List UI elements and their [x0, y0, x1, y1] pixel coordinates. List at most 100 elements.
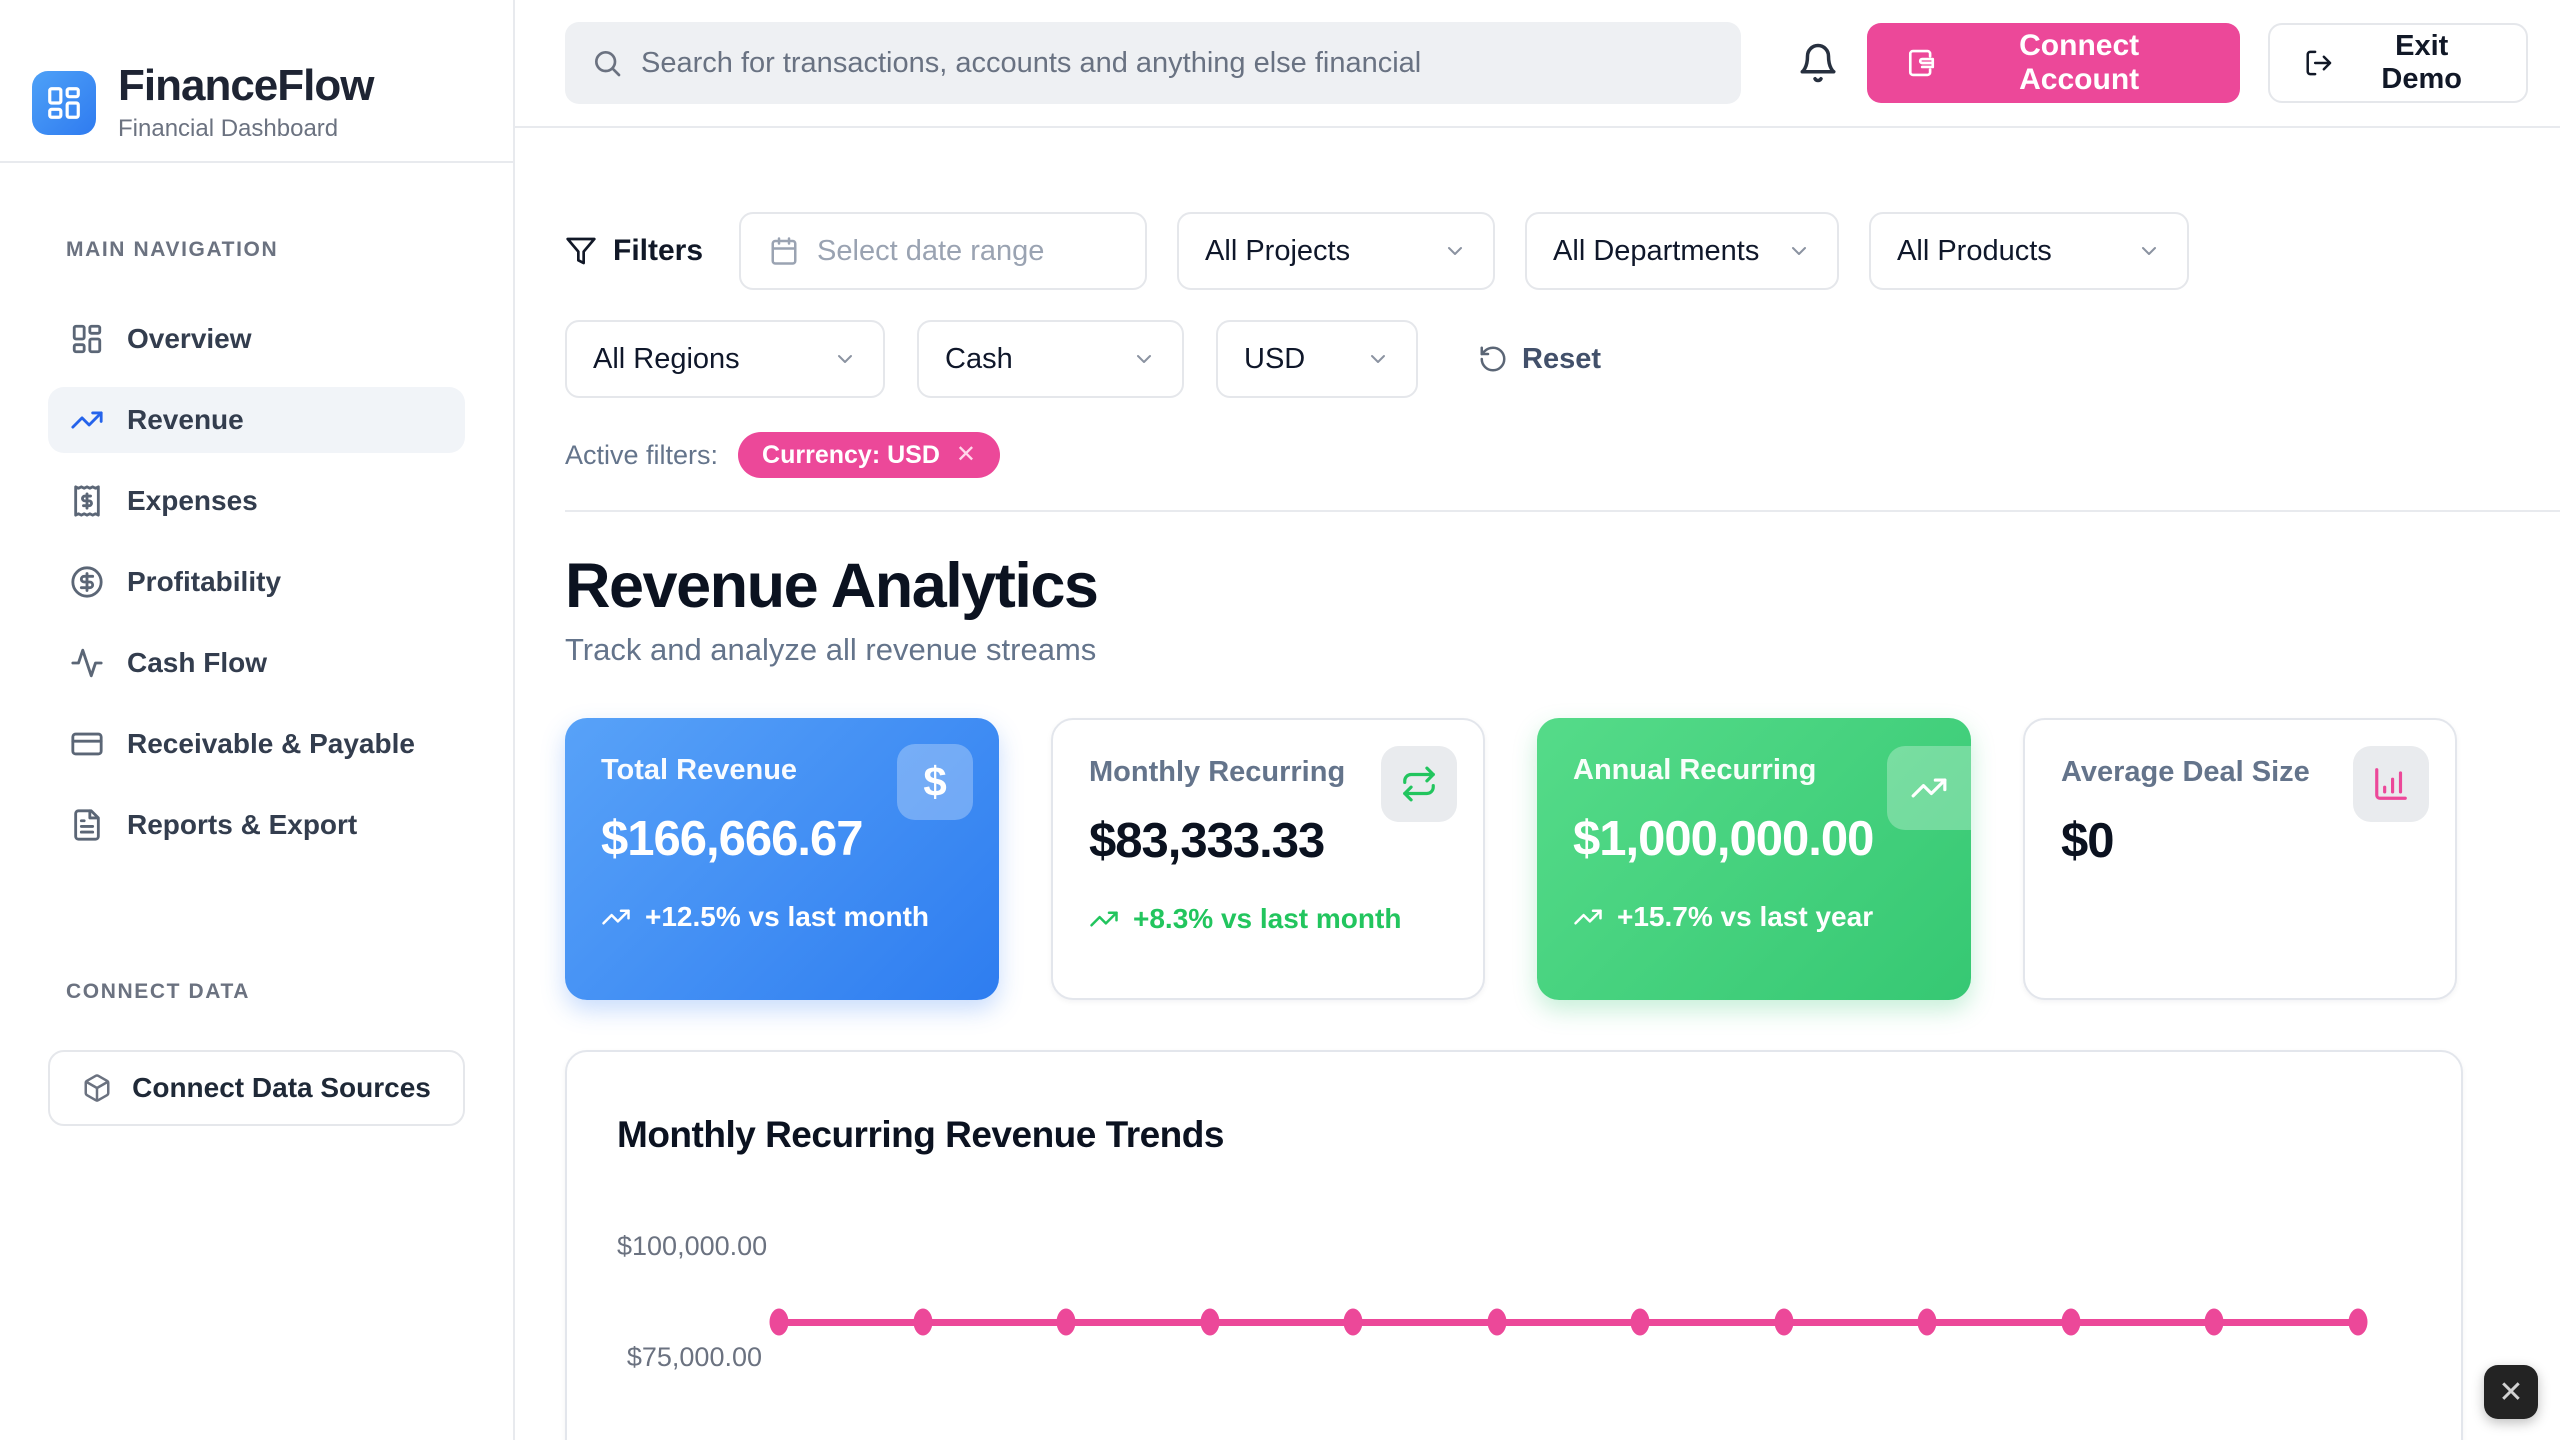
brand-text: FinanceFlow Financial Dashboard	[118, 62, 373, 142]
chevron-down-icon	[2137, 239, 2161, 263]
calendar-icon	[769, 236, 799, 266]
chevron-down-icon	[1443, 239, 1467, 263]
nav-section-label: MAIN NAVIGATION	[66, 238, 513, 262]
currency-select-value: USD	[1244, 343, 1305, 376]
receipt-icon	[70, 484, 104, 518]
top-bar: Connect Account Exit Demo	[515, 0, 2560, 128]
metric-card-monthly-recurring: Monthly Recurring $83,333.33 +8.3% vs la…	[1051, 718, 1485, 1000]
chart-point	[2061, 1309, 2080, 1336]
y-axis-tick: $75,000.00	[617, 1342, 762, 1373]
metric-value: $1,000,000.00	[1573, 811, 1935, 867]
active-filter-chip-currency[interactable]: Currency: USD ✕	[738, 432, 1000, 478]
chart-point	[2349, 1309, 2368, 1336]
metric-change-text: +12.5% vs last month	[645, 901, 929, 933]
departments-select[interactable]: All Departments	[1525, 212, 1839, 290]
connect-account-label: Connect Account	[1957, 29, 2202, 97]
active-filters-row: Active filters: Currency: USD ✕	[565, 432, 2528, 478]
chart-card: Monthly Recurring Revenue Trends $100,00…	[565, 1050, 2463, 1440]
brand-subtitle: Financial Dashboard	[118, 115, 373, 143]
bar-chart-icon	[2372, 765, 2410, 803]
chevron-down-icon	[833, 347, 857, 371]
filter-icon	[565, 235, 597, 267]
notifications-button[interactable]	[1797, 42, 1839, 84]
activity-icon	[70, 646, 104, 680]
chevron-down-icon	[1787, 239, 1811, 263]
metric-badge	[1887, 746, 1971, 830]
sidebar-item-receivable-payable[interactable]: Receivable & Payable	[48, 711, 465, 777]
connect-data-sources-button[interactable]: Connect Data Sources	[48, 1050, 465, 1126]
filters-label: Filters	[613, 234, 703, 268]
reset-filters-button[interactable]: Reset	[1478, 343, 1601, 376]
brand-block: FinanceFlow Financial Dashboard	[0, 0, 513, 163]
content: Filters All Projects All Departments All…	[515, 128, 2560, 1440]
departments-select-value: All Departments	[1553, 235, 1759, 268]
sidebar-item-label: Receivable & Payable	[127, 728, 415, 760]
exit-demo-button[interactable]: Exit Demo	[2268, 23, 2528, 103]
circle-dollar-icon	[70, 565, 104, 599]
metric-change: +12.5% vs last month	[601, 901, 931, 933]
search-input[interactable]	[641, 47, 1715, 80]
search-icon	[591, 47, 623, 79]
chart-point	[2205, 1309, 2224, 1336]
close-icon: ✕	[2498, 1375, 2523, 1410]
chip-close-icon[interactable]: ✕	[956, 443, 976, 467]
overlay-close-button[interactable]: ✕	[2484, 1365, 2538, 1419]
app-root: FinanceFlow Financial Dashboard MAIN NAV…	[0, 0, 2560, 1440]
sidebar-item-overview[interactable]: Overview	[48, 306, 465, 372]
sidebar-item-cash-flow[interactable]: Cash Flow	[48, 630, 465, 696]
chart-point	[1487, 1309, 1506, 1336]
chart-point	[1918, 1309, 1937, 1336]
account-type-select-value: Cash	[945, 343, 1013, 376]
chart-point	[1631, 1309, 1650, 1336]
date-range-field[interactable]	[739, 212, 1147, 290]
dollar-icon: $	[923, 758, 946, 806]
trending-up-icon	[601, 902, 631, 932]
filters-title: Filters	[565, 234, 703, 268]
sidebar-item-reports-export[interactable]: Reports & Export	[48, 792, 465, 858]
connect-account-button[interactable]: Connect Account	[1867, 23, 2240, 103]
date-range-input[interactable]	[817, 235, 1117, 268]
connect-data-sources-label: Connect Data Sources	[132, 1072, 431, 1104]
filters-row-1: Filters All Projects All Departments All…	[565, 212, 2528, 290]
trending-up-icon	[1089, 904, 1119, 934]
reset-filters-label: Reset	[1522, 343, 1601, 376]
projects-select[interactable]: All Projects	[1177, 212, 1495, 290]
wallet-icon	[1905, 47, 1937, 79]
chart-point	[913, 1309, 932, 1336]
brand-name: FinanceFlow	[118, 62, 373, 110]
chart-line-stroke	[779, 1319, 2358, 1326]
metric-label: Annual Recurring	[1573, 754, 1935, 787]
chevron-down-icon	[1132, 347, 1156, 371]
regions-select[interactable]: All Regions	[565, 320, 885, 398]
trending-up-icon	[1910, 769, 1948, 807]
main-area: Connect Account Exit Demo Filters All	[515, 0, 2560, 1440]
metric-value: $166,666.67	[601, 811, 963, 867]
sidebar-item-label: Profitability	[127, 566, 281, 598]
products-select-value: All Products	[1897, 235, 2052, 268]
global-search	[565, 22, 1741, 104]
sidebar-item-expenses[interactable]: Expenses	[48, 468, 465, 534]
rotate-ccw-icon	[1478, 344, 1508, 374]
page-title: Revenue Analytics	[565, 550, 2528, 622]
brand-logo-icon	[32, 71, 96, 135]
chart-line-series	[779, 1315, 2358, 1329]
metric-badge	[1381, 746, 1457, 822]
products-select[interactable]: All Products	[1869, 212, 2189, 290]
chart-point	[1057, 1309, 1076, 1336]
metric-card-total-revenue: Total Revenue $166,666.67 +12.5% vs last…	[565, 718, 999, 1000]
repeat-icon	[1400, 765, 1438, 803]
trending-up-icon	[70, 403, 104, 437]
sidebar-item-profitability[interactable]: Profitability	[48, 549, 465, 615]
sidebar-item-label: Expenses	[127, 485, 258, 517]
logout-icon	[2304, 48, 2334, 78]
chart-point	[1774, 1309, 1793, 1336]
sidebar: FinanceFlow Financial Dashboard MAIN NAV…	[0, 0, 515, 1440]
trending-up-icon	[1573, 902, 1603, 932]
metric-change-text: +15.7% vs last year	[1617, 901, 1873, 933]
chevron-down-icon	[1366, 347, 1390, 371]
metric-value: $0	[2061, 813, 2419, 869]
section-divider	[565, 510, 2560, 512]
account-type-select[interactable]: Cash	[917, 320, 1184, 398]
sidebar-item-revenue[interactable]: Revenue	[48, 387, 465, 453]
currency-select[interactable]: USD	[1216, 320, 1418, 398]
